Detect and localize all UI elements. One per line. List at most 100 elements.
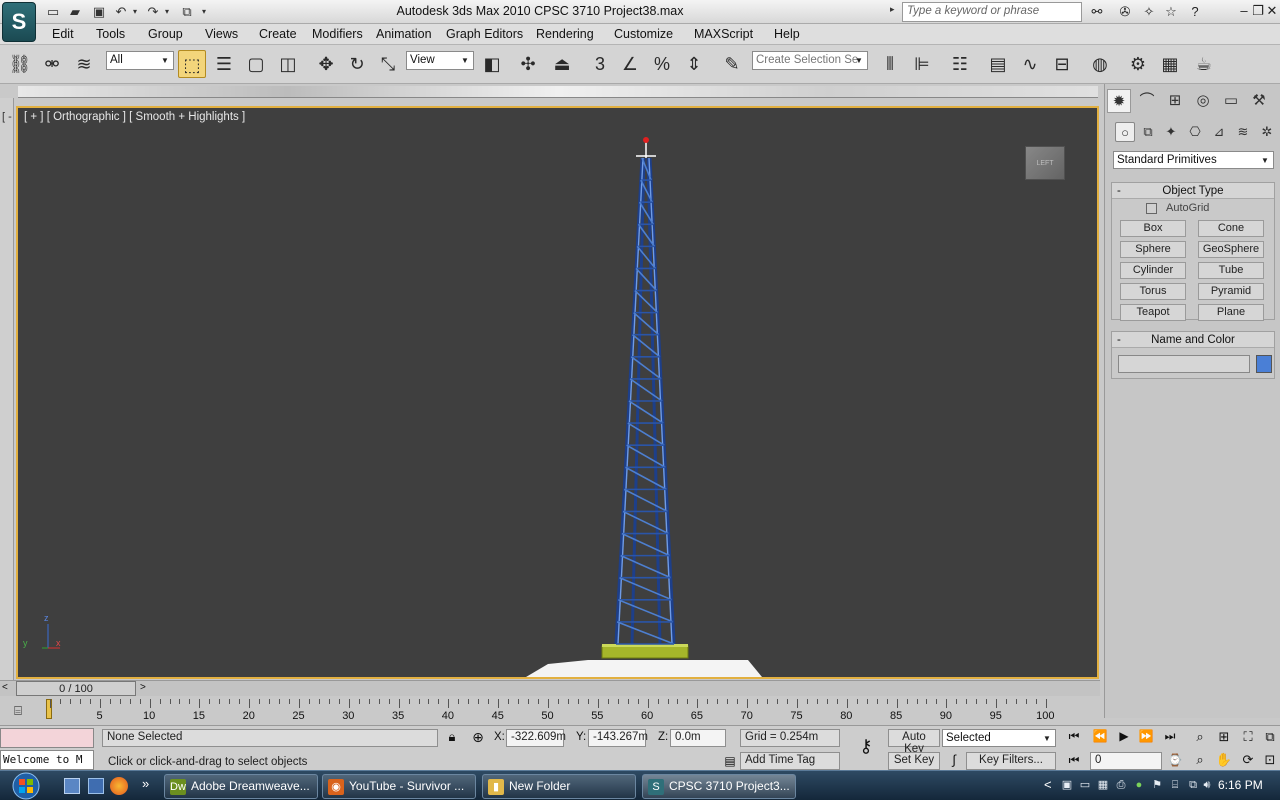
- redo-dropdown-icon[interactable]: ▾: [162, 3, 172, 21]
- undo-dropdown-icon[interactable]: ▾: [130, 3, 140, 21]
- taskbar-new-folder[interactable]: ▮ New Folder: [482, 774, 636, 799]
- current-frame-marker[interactable]: [46, 699, 52, 719]
- helpers-category-icon[interactable]: ⊿: [1209, 122, 1229, 142]
- key-filters-button[interactable]: Key Filters...: [966, 752, 1056, 770]
- bind-to-space-warp-icon[interactable]: ≋: [70, 50, 98, 78]
- tray-network-icon[interactable]: ⌸: [1168, 778, 1182, 792]
- selection-lock-icon[interactable]: 🔒︎: [444, 729, 460, 747]
- time-slider[interactable]: < 0 / 100 >: [0, 680, 1100, 696]
- rectangular-selection-icon[interactable]: ▢: [242, 50, 270, 78]
- x-coordinate-field[interactable]: -322.609m: [506, 729, 566, 747]
- tray-keyboard-icon[interactable]: ▦: [1096, 778, 1110, 792]
- select-and-rotate-icon[interactable]: ↻: [343, 50, 371, 78]
- utilities-tab-icon[interactable]: ⚒: [1247, 89, 1271, 113]
- menu-views[interactable]: Views: [205, 27, 238, 41]
- named-selection-sets-dropdown[interactable]: Create Selection Se ▼: [752, 51, 868, 70]
- mini-curve-editor-icon[interactable]: ⌸: [8, 703, 28, 719]
- binoculars-icon[interactable]: ⚯: [1086, 3, 1108, 21]
- layer-manager-icon[interactable]: ☷: [946, 50, 974, 78]
- rendered-frame-window-icon[interactable]: ▦: [1156, 50, 1184, 78]
- name-and-color-header[interactable]: - Name and Color: [1112, 332, 1274, 348]
- spinner-snap-icon[interactable]: ⇕: [680, 50, 708, 78]
- lights-category-icon[interactable]: ✦: [1161, 122, 1181, 142]
- menu-maxscript[interactable]: MAXScript: [694, 27, 753, 41]
- subscription-center-icon[interactable]: ✇: [1114, 3, 1136, 21]
- select-and-scale-icon[interactable]: ⤡: [374, 50, 402, 78]
- mirror-icon[interactable]: ⫴: [876, 50, 904, 78]
- switch-windows-icon[interactable]: [88, 778, 104, 794]
- menu-create[interactable]: Create: [259, 27, 297, 41]
- time-slider-prev[interactable]: <: [2, 682, 8, 693]
- set-key-button[interactable]: Set Key: [888, 752, 940, 770]
- firefox-quicklaunch-icon[interactable]: [110, 777, 128, 795]
- taskbar-3ds-max[interactable]: S CPSC 3710 Project3...: [642, 774, 796, 799]
- project-folder-icon[interactable]: ⧉: [178, 3, 196, 21]
- unlink-selection-icon[interactable]: ⚮: [38, 50, 66, 78]
- time-tag-icon[interactable]: ▤: [722, 754, 738, 770]
- hierarchy-tab-icon[interactable]: ⊞: [1163, 89, 1187, 113]
- sphere-button[interactable]: Sphere: [1120, 241, 1186, 258]
- object-type-header[interactable]: - Object Type: [1112, 183, 1274, 199]
- percent-snap-icon[interactable]: %: [648, 50, 676, 78]
- geometry-category-icon[interactable]: ○: [1115, 122, 1135, 142]
- motion-tab-icon[interactable]: ◎: [1191, 89, 1215, 113]
- material-editor-icon[interactable]: ◍: [1086, 50, 1114, 78]
- cone-button[interactable]: Cone: [1198, 220, 1264, 237]
- autogrid-checkbox[interactable]: [1146, 203, 1157, 214]
- create-tab-icon[interactable]: ✹: [1107, 89, 1131, 113]
- window-crossing-icon[interactable]: ◫: [274, 50, 302, 78]
- menu-modifiers[interactable]: Modifiers: [312, 27, 363, 41]
- show-desktop-icon[interactable]: [64, 778, 80, 794]
- modify-tab-icon[interactable]: ⌒: [1135, 89, 1159, 113]
- taskbar-firefox[interactable]: ◉ YouTube - Survivor ...: [322, 774, 476, 799]
- communication-center-icon[interactable]: ✧: [1138, 3, 1160, 21]
- play-icon[interactable]: ▶: [1114, 729, 1134, 743]
- snaps-toggle-icon[interactable]: 3: [586, 50, 614, 78]
- menu-help[interactable]: Help: [774, 27, 800, 41]
- help-icon[interactable]: ?: [1184, 3, 1206, 21]
- keyboard-shortcut-override-icon[interactable]: ⏏: [548, 50, 576, 78]
- tray-monitor-icon[interactable]: ▭: [1078, 778, 1092, 792]
- save-file-icon[interactable]: ▣: [90, 3, 108, 21]
- display-tab-icon[interactable]: ▭: [1219, 89, 1243, 113]
- box-button[interactable]: Box: [1120, 220, 1186, 237]
- favorites-star-icon[interactable]: ☆: [1160, 3, 1182, 21]
- zoom-all-icon[interactable]: ⊞: [1214, 729, 1234, 745]
- quick-access-dropdown-icon[interactable]: ▾: [198, 3, 210, 21]
- set-key-icon[interactable]: ⚷: [852, 736, 880, 758]
- absolute-mode-transform-icon[interactable]: ⊕: [468, 729, 488, 747]
- curve-editor-icon[interactable]: ∿: [1016, 50, 1044, 78]
- maximize-viewport-icon[interactable]: ⊡: [1260, 752, 1280, 768]
- tray-network2-icon[interactable]: ⧉: [1186, 778, 1200, 792]
- menu-edit[interactable]: Edit: [52, 27, 74, 41]
- tray-flag-icon[interactable]: ⚑: [1150, 778, 1164, 792]
- go-to-end-icon[interactable]: ⏭: [1160, 729, 1180, 744]
- open-file-icon[interactable]: ▰: [66, 3, 84, 21]
- angle-snap-icon[interactable]: ∠: [616, 50, 644, 78]
- cameras-category-icon[interactable]: ⎔: [1185, 122, 1205, 142]
- field-of-view-icon[interactable]: ⌕: [1190, 752, 1210, 768]
- maxscript-mini-listener-top[interactable]: [0, 728, 94, 748]
- pan-view-icon[interactable]: ✋: [1214, 752, 1234, 768]
- menu-animation[interactable]: Animation: [376, 27, 432, 41]
- infocenter-search-input[interactable]: Type a keyword or phrase: [902, 2, 1082, 22]
- new-file-icon[interactable]: ▭: [44, 3, 62, 21]
- select-by-name-icon[interactable]: ☰: [210, 50, 238, 78]
- orbit-icon[interactable]: ⟳: [1238, 752, 1258, 768]
- plane-button[interactable]: Plane: [1198, 304, 1264, 321]
- maxscript-mini-listener[interactable]: Welcome to M: [0, 750, 94, 770]
- edit-named-selection-icon[interactable]: ✎: [718, 50, 746, 78]
- object-color-swatch[interactable]: [1256, 355, 1272, 373]
- zoom-extents-icon[interactable]: ⛶: [1238, 729, 1258, 745]
- search-expand-icon[interactable]: ▸: [890, 4, 900, 15]
- pivot-center-icon[interactable]: ◧: [478, 50, 506, 78]
- default-tangent-icon[interactable]: ∫: [944, 752, 964, 770]
- key-mode-toggle-icon[interactable]: ⏮: [1064, 753, 1084, 768]
- track-bar[interactable]: ⌸ 5 10 15 20 25 30 35 40 45 50 55 60 65 70 75 80 85 90 95 1…: [0, 697, 1100, 725]
- geosphere-button[interactable]: GeoSphere: [1198, 241, 1264, 258]
- tray-printer-icon[interactable]: ⎙: [1114, 778, 1128, 792]
- time-slider-next[interactable]: >: [140, 682, 146, 693]
- select-and-manipulate-icon[interactable]: ✣: [514, 50, 542, 78]
- menu-tools[interactable]: Tools: [96, 27, 125, 41]
- undo-icon[interactable]: ↶: [112, 3, 130, 21]
